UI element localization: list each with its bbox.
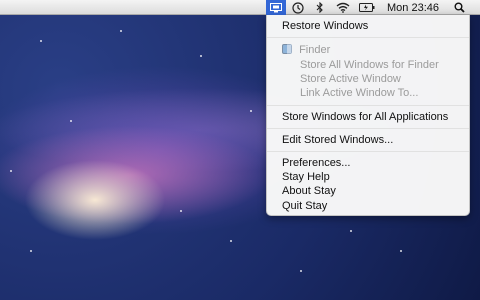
link-active-window-label: Link Active Window To... [300, 87, 419, 99]
menu-separator [267, 128, 469, 129]
wifi-icon [336, 2, 350, 13]
menu-item-store-all-apps[interactable]: Store Windows for All Applications [267, 110, 480, 124]
preferences-label: Preferences... [282, 157, 351, 169]
clock-text: Mon 23:46 [387, 1, 439, 14]
menu-item-edit-stored-windows[interactable]: Edit Stored Windows... [267, 133, 480, 147]
finder-icon [282, 44, 292, 54]
menu-separator [267, 151, 469, 152]
time-machine-icon [292, 1, 304, 14]
about-label: About Stay [282, 185, 336, 197]
restore-windows-label: Restore Windows [282, 20, 369, 32]
menu-item-store-all-windows-for-app[interactable]: Store All Windows for Finder [267, 58, 480, 72]
spotlight-menu-extra[interactable] [451, 0, 467, 15]
menu-item-store-active-window[interactable]: Store Active Window [267, 72, 480, 86]
menu-item-help[interactable]: Stay Help [267, 170, 480, 184]
menu-bar: Mon 23:46 [0, 0, 480, 15]
menu-item-link-active-window[interactable]: Link Active Window To... [267, 86, 480, 100]
spotlight-icon [454, 2, 465, 13]
quit-label: Quit Stay [282, 200, 328, 212]
store-active-window-label: Store Active Window [300, 73, 401, 85]
edit-stored-windows-label: Edit Stored Windows... [282, 134, 394, 146]
menu-item-restore-windows[interactable]: Restore Windows [267, 19, 480, 33]
menu-section-app: Finder [267, 43, 480, 57]
wifi-menu-extra[interactable] [334, 0, 352, 15]
battery-icon [359, 3, 375, 12]
menu-separator [267, 105, 469, 106]
bluetooth-icon [316, 2, 324, 13]
battery-menu-extra[interactable] [358, 0, 376, 15]
menu-item-about[interactable]: About Stay [267, 184, 480, 198]
menu-separator [267, 37, 469, 38]
stay-icon [270, 2, 282, 13]
stay-dropdown-menu: Restore Windows Finder Store All Windows… [266, 15, 470, 216]
menu-item-quit[interactable]: Quit Stay [267, 199, 480, 213]
help-label: Stay Help [282, 171, 330, 183]
section-app-label: Finder [299, 44, 331, 56]
time-machine-menu-extra[interactable] [290, 0, 306, 15]
store-all-windows-for-app-label: Store All Windows for Finder [300, 59, 439, 71]
store-all-apps-label: Store Windows for All Applications [282, 111, 449, 123]
bluetooth-menu-extra[interactable] [314, 0, 326, 15]
menubar-clock[interactable]: Mon 23:46 [383, 0, 443, 15]
stay-menu-extra[interactable] [266, 0, 286, 15]
menu-item-preferences[interactable]: Preferences... [267, 156, 480, 170]
